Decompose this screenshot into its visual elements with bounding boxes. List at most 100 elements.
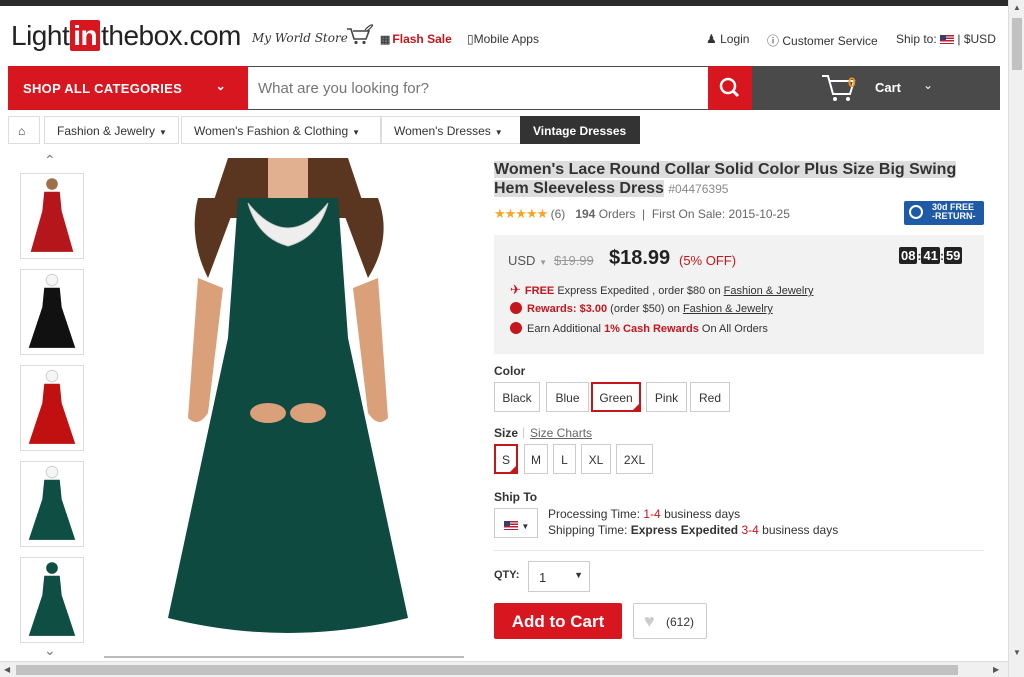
promo-link[interactable]: Fashion & Jewelry bbox=[683, 303, 773, 315]
scrollbar-thumb[interactable] bbox=[16, 665, 958, 675]
home-icon: ⌂ bbox=[18, 124, 26, 138]
thumbnail-2[interactable] bbox=[20, 269, 84, 355]
thumbnail-gallery: ⌃ ⌄ bbox=[20, 148, 86, 658]
free-return-badge[interactable]: 30d FREE -RETURN- bbox=[904, 201, 984, 225]
thumb-dress bbox=[28, 479, 76, 540]
mobile-apps-link[interactable]: ▯Mobile Apps bbox=[467, 32, 539, 46]
horizontal-scrollbar[interactable]: ◀ ▶ bbox=[0, 661, 1008, 677]
mobile-phone-icon: ▯ bbox=[467, 32, 474, 46]
size-option-xl[interactable]: XL bbox=[581, 444, 611, 474]
color-option-blue[interactable]: Blue bbox=[546, 382, 589, 412]
breadcrumb-home[interactable]: ⌂ bbox=[8, 116, 40, 144]
timer-minutes: 41 bbox=[921, 247, 940, 264]
add-to-cart-button[interactable]: Add to Cart bbox=[494, 603, 622, 639]
caret-down-icon: ▼ bbox=[352, 128, 361, 137]
rating-row: ★★★★★ (6) 194 Orders | First On Sale: 20… bbox=[494, 206, 790, 221]
site-logo[interactable]: Light in thebox.com bbox=[11, 20, 241, 52]
qty-label: QTY: bbox=[494, 569, 520, 581]
color-label: Color bbox=[494, 364, 526, 378]
promo-free-shipping: ✈ FREE Express Expedited , order $80 on F… bbox=[510, 282, 814, 297]
chevron-down-icon: ⌄ bbox=[215, 79, 226, 93]
breadcrumb-item[interactable]: Women's Dresses ▼ bbox=[381, 116, 521, 144]
user-icon: ♟ bbox=[706, 32, 717, 46]
scroll-down-icon[interactable]: ▼ bbox=[1013, 648, 1021, 657]
main-product-image[interactable] bbox=[168, 158, 408, 658]
thumbnail-3[interactable] bbox=[20, 365, 84, 451]
scroll-right-icon[interactable]: ▶ bbox=[993, 665, 999, 674]
color-option-red[interactable]: Red bbox=[690, 382, 730, 412]
ship-to-selector[interactable]: Ship to: | $USD bbox=[896, 32, 996, 46]
size-option-l[interactable]: L bbox=[553, 444, 576, 474]
wishlist-button[interactable]: ♥ (612) bbox=[633, 603, 707, 639]
ship-to-country-select[interactable]: ▼ bbox=[494, 508, 538, 538]
breadcrumb-item[interactable]: Fashion & Jewelry ▼ bbox=[44, 116, 179, 144]
product-title: Women's Lace Round Collar Solid Color Pl… bbox=[494, 161, 957, 197]
breadcrumb: ⌂ Fashion & Jewelry ▼ Women's Fashion & C… bbox=[8, 116, 1000, 146]
thumb-dress bbox=[28, 287, 76, 348]
cart-count: 0 bbox=[848, 74, 856, 90]
thumbnail-5[interactable] bbox=[20, 557, 84, 643]
site-header: Light in thebox.com My World Store ▦ Flash … bbox=[0, 6, 1008, 66]
flash-sale-link[interactable]: ▦ Flash Sale bbox=[380, 32, 452, 46]
money-bag-icon bbox=[510, 302, 522, 314]
chevron-down-icon[interactable]: ⌄ bbox=[44, 642, 56, 659]
first-on-sale: First On Sale: 2015-10-25 bbox=[651, 207, 790, 221]
dress-thumbnail-image bbox=[28, 562, 76, 636]
timer-seconds: 59 bbox=[943, 247, 963, 264]
promo-rewards: Rewards: $3.00 (order $50) on Fashion & … bbox=[510, 302, 773, 315]
timer-hours: 08 bbox=[899, 247, 918, 264]
search-bar: SHOP ALL CATEGORIES⌄ 0 Cart ⌄ bbox=[8, 66, 1000, 110]
promo-cash-rewards: Earn Additional 1% Cash Rewards On All O… bbox=[510, 322, 768, 335]
gift-icon: ▦ bbox=[380, 34, 391, 46]
breadcrumb-current: Vintage Dresses bbox=[520, 116, 640, 144]
caret-down-icon: ▼ bbox=[539, 258, 547, 267]
divider bbox=[494, 550, 984, 551]
quantity-select[interactable]: 1 ▼ bbox=[528, 561, 590, 592]
chevron-up-icon[interactable]: ⌃ bbox=[44, 152, 56, 169]
divider: | bbox=[522, 425, 526, 439]
customer-service-link[interactable]: ⓘ Customer Service bbox=[767, 32, 878, 49]
currency-selector[interactable]: USD ▼ bbox=[508, 253, 547, 268]
color-option-black[interactable]: Black bbox=[494, 382, 540, 412]
thumb-dress bbox=[28, 575, 76, 636]
discount-label: (5% OFF) bbox=[679, 253, 737, 268]
product-main: ⌃ ⌄ Women's Lace Round Collar Solid Colo… bbox=[8, 148, 1000, 658]
dress-thumbnail-image bbox=[28, 273, 76, 348]
plane-icon: ✈ bbox=[510, 282, 521, 297]
rating-count[interactable]: (6) bbox=[551, 207, 566, 221]
thumbnail-4[interactable] bbox=[20, 461, 84, 547]
orders-label: Orders bbox=[598, 207, 636, 221]
size-option-2xl[interactable]: 2XL bbox=[616, 444, 653, 474]
heart-icon: ♥ bbox=[644, 611, 655, 631]
size-charts-link[interactable]: Size Charts bbox=[530, 426, 592, 440]
caret-down-icon: ▼ bbox=[494, 128, 503, 137]
money-bag-icon bbox=[510, 322, 522, 334]
scrollbar-thumb[interactable] bbox=[1012, 18, 1022, 70]
search-icon bbox=[719, 77, 740, 98]
countdown-timer: 08:41:59 bbox=[899, 247, 963, 264]
login-link[interactable]: ♟ Login bbox=[706, 32, 749, 46]
us-flag-icon bbox=[504, 521, 518, 530]
info-circle-icon: ⓘ bbox=[767, 34, 780, 48]
return-badge-line2: -RETURN- bbox=[932, 211, 976, 221]
dress-thumbnail-image bbox=[28, 465, 76, 540]
size-option-m[interactable]: M bbox=[524, 444, 548, 474]
orders-count: 194 bbox=[575, 207, 596, 221]
color-option-green[interactable]: Green bbox=[591, 382, 641, 412]
scroll-up-icon[interactable]: ▲ bbox=[1013, 3, 1021, 12]
search-button[interactable] bbox=[708, 66, 752, 110]
breadcrumb-item[interactable]: Women's Fashion & Clothing ▼ bbox=[181, 116, 381, 144]
promo-link[interactable]: Fashion & Jewelry bbox=[724, 285, 814, 297]
price-box: USD ▼ $19.99 $18.99 (5% OFF) 08:41:59 ✈ F… bbox=[494, 235, 984, 354]
shop-all-categories-button[interactable]: SHOP ALL CATEGORIES ⌄ bbox=[8, 66, 248, 110]
star-rating-icon[interactable]: ★★★★★ bbox=[494, 206, 548, 221]
color-option-pink[interactable]: Pink bbox=[646, 382, 687, 412]
thumbnail-1[interactable] bbox=[20, 173, 84, 259]
thumb-dress bbox=[30, 191, 74, 252]
caret-down-icon: ▼ bbox=[159, 128, 167, 137]
vertical-scrollbar[interactable]: ▲ ▼ bbox=[1008, 0, 1024, 677]
return-icon bbox=[909, 205, 923, 219]
scroll-left-icon[interactable]: ◀ bbox=[4, 665, 10, 674]
search-input[interactable] bbox=[248, 67, 708, 109]
size-option-s[interactable]: S bbox=[494, 444, 518, 474]
